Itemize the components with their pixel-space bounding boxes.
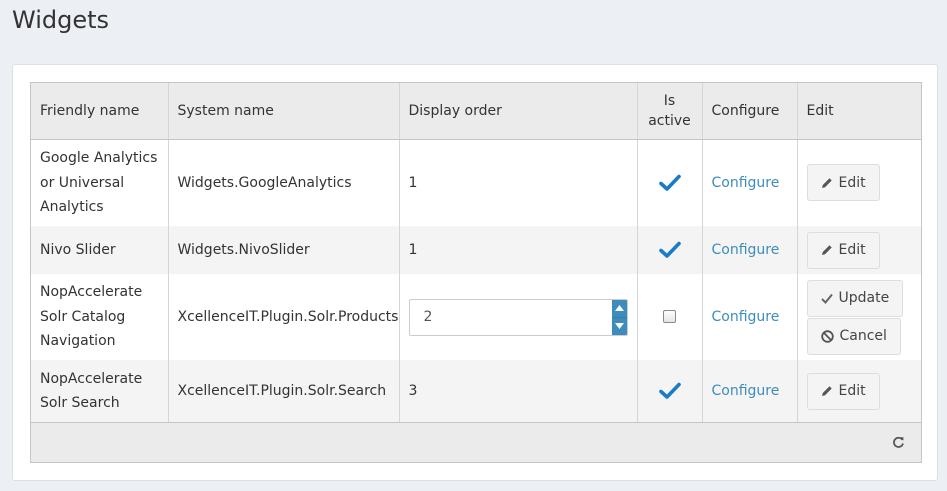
edit-cell: Update Cancel (797, 274, 921, 360)
checkmark-icon (820, 293, 833, 304)
edit-button-label: Edit (838, 242, 866, 258)
display-order-cell: 3 (399, 360, 638, 422)
edit-cell: Edit (797, 226, 921, 274)
table-row: Google Analytics or Universal Analytics … (31, 139, 921, 226)
spin-up-button[interactable] (611, 300, 627, 318)
widgets-grid: Friendly name System name Display order … (30, 82, 922, 463)
configure-link[interactable]: Configure (712, 175, 780, 191)
table-row: Nivo Slider Widgets.NivoSlider 1 Configu… (31, 226, 921, 274)
cancel-icon (820, 329, 834, 343)
is-active-cell (637, 274, 703, 360)
widgets-table: Friendly name System name Display order … (31, 83, 921, 422)
edit-cell: Edit (797, 360, 921, 422)
column-header-configure: Configure (702, 83, 798, 140)
is-active-cell (637, 139, 703, 226)
checkmark-icon (658, 241, 681, 258)
checkmark-icon (658, 382, 681, 399)
table-row-editing: NopAccelerate Solr Catalog Navigation Xc… (31, 274, 921, 360)
display-order-input[interactable] (409, 299, 612, 335)
refresh-icon (893, 436, 904, 448)
column-header-is-active-line2: active (648, 112, 691, 129)
spinner-buttons (611, 299, 627, 335)
system-name-cell: Widgets.GoogleAnalytics (168, 139, 400, 226)
edit-button[interactable]: Edit (806, 231, 880, 269)
friendly-name-cell: Nivo Slider (31, 226, 169, 274)
edit-button[interactable]: Edit (806, 372, 880, 410)
friendly-name-cell: Google Analytics or Universal Analytics (31, 139, 169, 226)
configure-link[interactable]: Configure (712, 383, 780, 399)
is-active-checkbox[interactable] (663, 310, 676, 324)
configure-cell: Configure (702, 139, 798, 226)
display-order-cell (399, 274, 638, 360)
update-button-label: Update (838, 290, 890, 306)
system-name-cell: XcellenceIT.Plugin.Solr.Search (168, 360, 400, 422)
widgets-panel: Friendly name System name Display order … (12, 64, 938, 481)
column-header-friendly-name[interactable]: Friendly name (31, 83, 169, 140)
refresh-button[interactable] (892, 436, 905, 453)
configure-cell: Configure (702, 274, 798, 360)
configure-link[interactable]: Configure (712, 242, 780, 258)
system-name-cell: XcellenceIT.Plugin.Solr.Products (168, 274, 400, 360)
table-row: NopAccelerate Solr Search XcellenceIT.Pl… (31, 360, 921, 422)
column-header-is-active-line1: Is (663, 92, 676, 109)
column-header-edit: Edit (797, 83, 921, 140)
friendly-name-cell: NopAccelerate Solr Catalog Navigation (31, 274, 169, 360)
grid-footer (31, 422, 921, 462)
cancel-button-label: Cancel (839, 328, 887, 344)
cancel-button[interactable]: Cancel (806, 317, 901, 355)
edit-button-label: Edit (838, 383, 866, 399)
configure-link[interactable]: Configure (712, 309, 780, 325)
page-title: Widgets (12, 6, 110, 34)
spin-down-button[interactable] (612, 318, 627, 335)
display-order-cell: 1 (399, 139, 638, 226)
display-order-cell: 1 (399, 226, 638, 274)
edit-cell: Edit (797, 139, 921, 226)
display-order-stepper (408, 298, 628, 336)
friendly-name-cell: NopAccelerate Solr Search (31, 360, 169, 422)
header-row: Friendly name System name Display order … (31, 83, 921, 140)
column-header-is-active[interactable]: Is active (637, 83, 703, 140)
checkmark-icon (658, 174, 681, 191)
update-button[interactable]: Update (806, 279, 904, 317)
arrow-down-icon (614, 323, 624, 329)
is-active-cell (637, 360, 703, 422)
column-header-system-name[interactable]: System name (168, 83, 400, 140)
column-header-display-order[interactable]: Display order (399, 83, 638, 140)
configure-cell: Configure (702, 360, 798, 422)
edit-button-label: Edit (838, 174, 866, 191)
pencil-icon (821, 386, 832, 396)
arrow-up-icon (614, 305, 624, 311)
is-active-cell (637, 226, 703, 274)
system-name-cell: Widgets.NivoSlider (168, 226, 400, 274)
configure-cell: Configure (702, 226, 798, 274)
pencil-icon (821, 178, 832, 188)
pencil-icon (821, 245, 832, 255)
edit-button[interactable]: Edit (806, 164, 880, 202)
